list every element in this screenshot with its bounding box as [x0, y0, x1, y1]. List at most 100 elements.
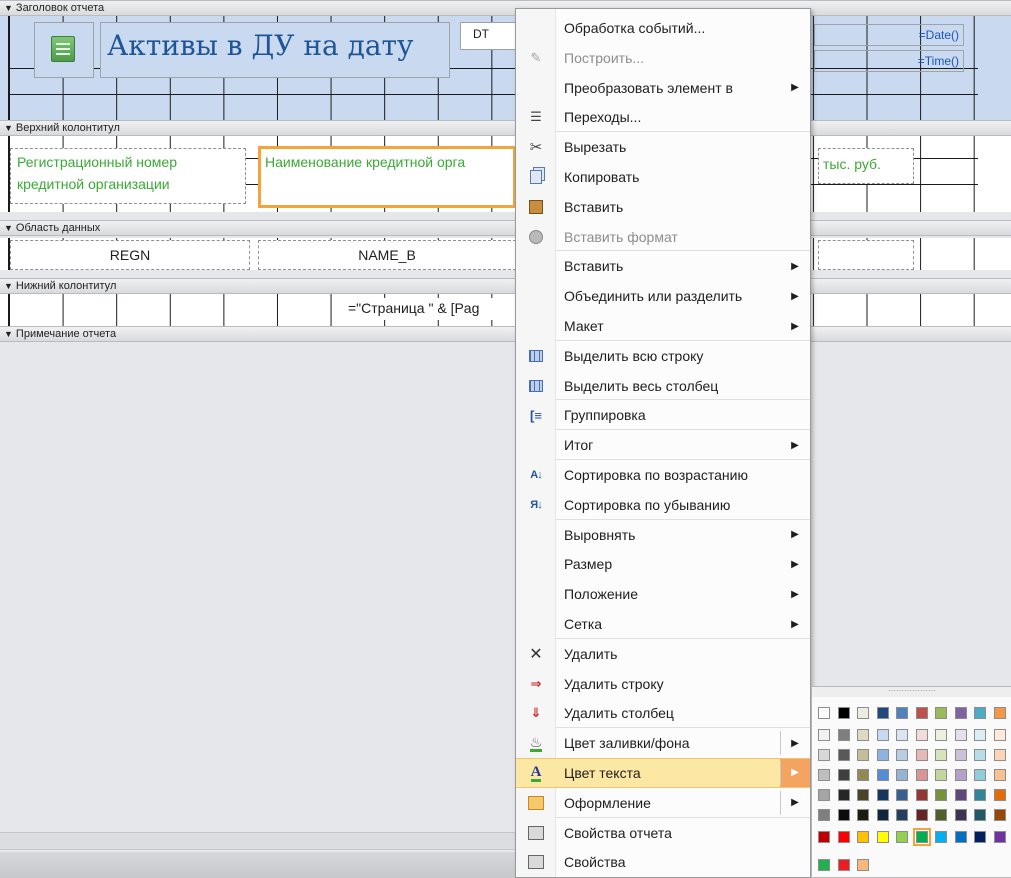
color-swatch[interactable] [837, 809, 850, 821]
color-swatch[interactable] [993, 809, 1006, 821]
section-bar-page-header[interactable]: ▼ Верхний колонтитул [0, 120, 1011, 136]
color-swatch[interactable] [896, 789, 908, 801]
menu-item-5[interactable]: ✂ Вырезать [516, 132, 810, 162]
color-swatch[interactable] [818, 859, 830, 871]
color-swatch[interactable] [915, 707, 928, 719]
color-swatch[interactable] [993, 749, 1006, 761]
menu-item-4[interactable]: ☰ Переходы... [516, 102, 810, 132]
color-swatch[interactable] [954, 831, 967, 843]
color-swatch[interactable] [915, 729, 928, 741]
section-bar-report-footer[interactable]: ▼ Примечание отчета [0, 326, 1011, 342]
color-swatch[interactable] [915, 789, 928, 801]
color-swatch[interactable] [896, 769, 908, 781]
menu-item-3[interactable]: Преобразовать элемент в ▶ [516, 73, 810, 103]
menu-item-20[interactable]: Положение ▶ [516, 579, 810, 609]
color-swatch[interactable] [915, 809, 928, 821]
color-swatch[interactable] [837, 831, 850, 843]
thousands-rub-label[interactable]: тыс. руб. [818, 148, 914, 184]
color-swatch[interactable] [974, 729, 986, 741]
menu-item-26[interactable]: A Цвет текста ▶ [516, 758, 810, 788]
dt-field[interactable]: DT [460, 22, 518, 50]
color-swatch[interactable] [935, 831, 947, 843]
color-swatch[interactable] [896, 749, 908, 761]
menu-item-6[interactable]: Копировать [516, 162, 810, 192]
color-swatch[interactable] [818, 729, 830, 741]
menu-item-19[interactable]: Размер ▶ [516, 549, 810, 579]
menu-item-7[interactable]: Вставить [516, 192, 810, 222]
color-swatch[interactable] [935, 749, 947, 761]
section-bar-report-header[interactable]: ▼ Заголовок отчета [0, 0, 1011, 16]
color-swatch[interactable] [954, 769, 967, 781]
name-b-field[interactable]: NAME_B [258, 240, 516, 270]
color-swatch[interactable] [935, 789, 947, 801]
color-swatch[interactable] [896, 729, 908, 741]
color-swatch[interactable] [857, 809, 869, 821]
menu-item-1[interactable]: Обработка событий... [516, 13, 810, 43]
page-number-expression[interactable]: ="Страница " & [Pag [346, 298, 516, 320]
color-swatch[interactable] [954, 729, 967, 741]
value-field[interactable] [818, 240, 914, 270]
color-swatch[interactable] [876, 831, 889, 843]
logo-control[interactable] [34, 22, 94, 78]
color-swatch[interactable] [993, 789, 1006, 801]
menu-item-28[interactable]: Свойства отчета [516, 818, 810, 848]
color-swatch[interactable] [954, 749, 967, 761]
color-swatch[interactable] [837, 749, 850, 761]
color-swatch[interactable] [974, 789, 986, 801]
color-swatch[interactable] [818, 809, 830, 821]
color-swatch[interactable] [896, 809, 908, 821]
color-swatch[interactable] [993, 831, 1006, 843]
color-swatch[interactable] [993, 769, 1006, 781]
color-swatch[interactable] [837, 769, 850, 781]
menu-item-24[interactable]: ⇓ Удалить столбец [516, 698, 810, 728]
color-swatch[interactable] [974, 707, 986, 719]
menu-item-27[interactable]: Оформление ▶ [516, 788, 810, 818]
color-swatch[interactable] [935, 729, 947, 741]
color-swatch[interactable] [876, 707, 889, 719]
color-swatch[interactable] [915, 769, 928, 781]
color-swatch[interactable] [876, 749, 889, 761]
time-expression[interactable]: =Time() [814, 50, 964, 72]
color-swatch[interactable] [954, 789, 967, 801]
menu-item-23[interactable]: ⇒ Удалить строку [516, 669, 810, 699]
color-swatch[interactable] [857, 749, 869, 761]
menu-item-9[interactable]: Вставить ▶ [516, 251, 810, 281]
menu-item-12[interactable]: Выделить всю строку [516, 341, 810, 371]
color-swatch[interactable] [876, 809, 889, 821]
horizontal-scrollbar[interactable] [0, 832, 515, 850]
color-swatch[interactable] [857, 729, 869, 741]
color-swatch[interactable] [818, 789, 830, 801]
color-swatch[interactable] [974, 809, 986, 821]
title-control[interactable]: Активы в ДУ на дату [100, 22, 450, 78]
color-swatch[interactable] [857, 859, 869, 871]
date-expression[interactable]: =Date() [814, 24, 964, 46]
color-swatch[interactable] [974, 769, 986, 781]
menu-item-15[interactable]: Итог ▶ [516, 430, 810, 460]
color-swatch[interactable] [993, 729, 1006, 741]
color-swatch[interactable] [954, 809, 967, 821]
color-swatch[interactable] [837, 729, 850, 741]
color-swatch[interactable] [935, 769, 947, 781]
menu-item-10[interactable]: Объединить или разделить ▶ [516, 281, 810, 311]
color-swatch[interactable] [974, 749, 986, 761]
color-swatch[interactable] [912, 828, 931, 846]
color-swatch[interactable] [818, 831, 830, 843]
color-swatch[interactable] [876, 729, 889, 741]
menu-item-29[interactable]: Свойства [516, 847, 810, 877]
regn-field[interactable]: REGN [10, 240, 250, 270]
color-swatch[interactable] [818, 769, 830, 781]
menu-item-13[interactable]: Выделить весь столбец [516, 371, 810, 401]
menu-item-21[interactable]: Сетка ▶ [516, 609, 810, 639]
color-swatch[interactable] [876, 789, 889, 801]
menu-item-14[interactable]: [≡ Группировка [516, 400, 810, 430]
color-swatch[interactable] [915, 749, 928, 761]
color-swatch[interactable] [896, 707, 908, 719]
color-swatch[interactable] [993, 707, 1006, 719]
menu-item-25[interactable]: ♨ Цвет заливки/фона ▶ [516, 728, 810, 758]
menu-item-17[interactable]: Я↓ Сортировка по убыванию [516, 490, 810, 520]
color-swatch[interactable] [818, 749, 830, 761]
color-swatch[interactable] [837, 859, 850, 871]
color-swatch[interactable] [818, 707, 830, 719]
color-swatch[interactable] [837, 707, 850, 719]
color-swatch[interactable] [974, 831, 986, 843]
